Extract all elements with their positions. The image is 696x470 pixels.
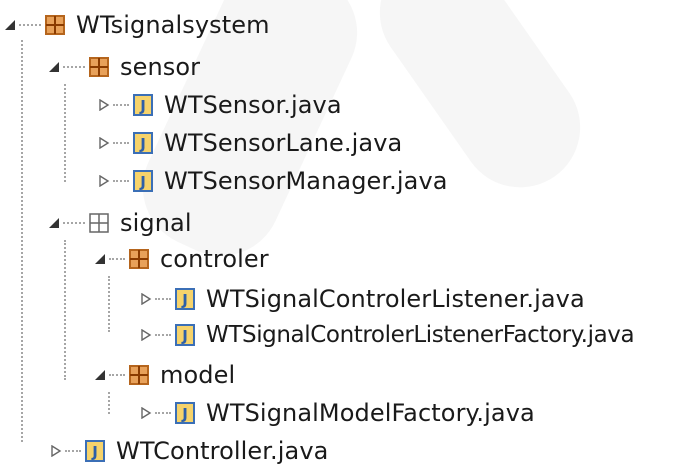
java-file-icon: J xyxy=(132,170,154,192)
svg-text:J: J xyxy=(181,405,188,423)
expanded-toggle-icon[interactable] xyxy=(48,217,60,229)
tree-connector xyxy=(113,104,129,106)
java-file-icon: J xyxy=(174,288,196,310)
collapsed-toggle-icon[interactable] xyxy=(140,293,152,305)
tree-connector xyxy=(155,298,171,300)
tree-item-label: WTSignalModelFactory.java xyxy=(206,399,535,427)
tree-item-label: signal xyxy=(120,209,192,237)
svg-text:J: J xyxy=(181,327,188,345)
svg-text:J: J xyxy=(181,291,188,309)
tree-item-wtsignalmodelfactory-java[interactable]: J WTSignalModelFactory.java xyxy=(140,394,535,432)
tree-item-wtsignalcontrolerlistener-java[interactable]: J WTSignalControlerListener.java xyxy=(140,280,585,318)
tree-connector xyxy=(155,334,171,336)
tree-connector xyxy=(113,142,129,144)
expanded-toggle-icon[interactable] xyxy=(94,369,106,381)
tree-item-label: WTController.java xyxy=(116,437,329,465)
tree-connector xyxy=(113,180,129,182)
tree-guide-signal xyxy=(64,240,66,380)
tree-item-label: model xyxy=(160,361,236,389)
tree-item-controler[interactable]: controler xyxy=(94,240,269,278)
tree-item-wtsignalcontrolerlistenerfactory-java[interactable]: J WTSignalControlerListenerFactory.java xyxy=(140,316,635,354)
expanded-toggle-icon[interactable] xyxy=(4,19,16,31)
collapsed-toggle-icon[interactable] xyxy=(140,407,152,419)
collapsed-toggle-icon[interactable] xyxy=(50,445,62,457)
tree-connector xyxy=(65,450,81,452)
tree-connector xyxy=(63,222,85,224)
tree-item-label: WTSensorManager.java xyxy=(164,167,448,195)
java-file-icon: J xyxy=(132,94,154,116)
package-explorer-tree: WTsignalsystem sensor J WTSensor.java J … xyxy=(0,0,696,465)
expanded-toggle-icon[interactable] xyxy=(48,61,60,73)
tree-item-label: controler xyxy=(160,245,269,273)
tree-item-wtsensorlane-java[interactable]: J WTSensorLane.java xyxy=(98,124,402,162)
package-icon xyxy=(128,248,150,270)
tree-item-label: sensor xyxy=(120,53,201,81)
collapsed-toggle-icon[interactable] xyxy=(98,99,110,111)
tree-connector xyxy=(19,24,41,26)
tree-item-wtcontroller-java[interactable]: J WTController.java xyxy=(50,432,328,470)
tree-connector xyxy=(109,374,125,376)
collapsed-toggle-icon[interactable] xyxy=(98,137,110,149)
tree-item-label: WTSignalControlerListener.java xyxy=(206,285,585,313)
tree-item-wtsensor-java[interactable]: J WTSensor.java xyxy=(98,86,342,124)
svg-text:J: J xyxy=(139,135,146,153)
tree-item-model[interactable]: model xyxy=(94,356,235,394)
tree-item-label: WTSensor.java xyxy=(164,91,342,119)
tree-item-sensor[interactable]: sensor xyxy=(48,48,200,86)
tree-guide-sensor xyxy=(64,84,66,182)
tree-item-label: WTsignalsystem xyxy=(76,11,270,39)
tree-item-wtsignalsystem[interactable]: WTsignalsystem xyxy=(4,6,270,44)
package-icon xyxy=(44,14,66,36)
tree-connector xyxy=(109,258,125,260)
expanded-toggle-icon[interactable] xyxy=(94,253,106,265)
empty-package-icon xyxy=(88,212,110,234)
svg-text:J: J xyxy=(139,97,146,115)
tree-item-label: WTSensorLane.java xyxy=(164,129,403,157)
collapsed-toggle-icon[interactable] xyxy=(98,175,110,187)
svg-text:J: J xyxy=(91,443,98,461)
tree-connector xyxy=(155,412,171,414)
tree-guide-root xyxy=(21,40,23,442)
package-icon xyxy=(88,56,110,78)
collapsed-toggle-icon[interactable] xyxy=(140,329,152,341)
java-file-icon: J xyxy=(174,324,196,346)
svg-text:J: J xyxy=(139,173,146,191)
package-icon xyxy=(128,364,150,386)
java-file-icon: J xyxy=(84,440,106,462)
tree-connector xyxy=(63,66,85,68)
java-file-icon: J xyxy=(132,132,154,154)
tree-guide-model xyxy=(108,392,110,414)
tree-item-signal[interactable]: signal xyxy=(48,204,192,242)
java-file-icon: J xyxy=(174,402,196,424)
tree-guide-controler xyxy=(108,276,110,332)
tree-item-label: WTSignalControlerListenerFactory.java xyxy=(206,322,635,348)
tree-item-wtsensormanager-java[interactable]: J WTSensorManager.java xyxy=(98,162,448,200)
